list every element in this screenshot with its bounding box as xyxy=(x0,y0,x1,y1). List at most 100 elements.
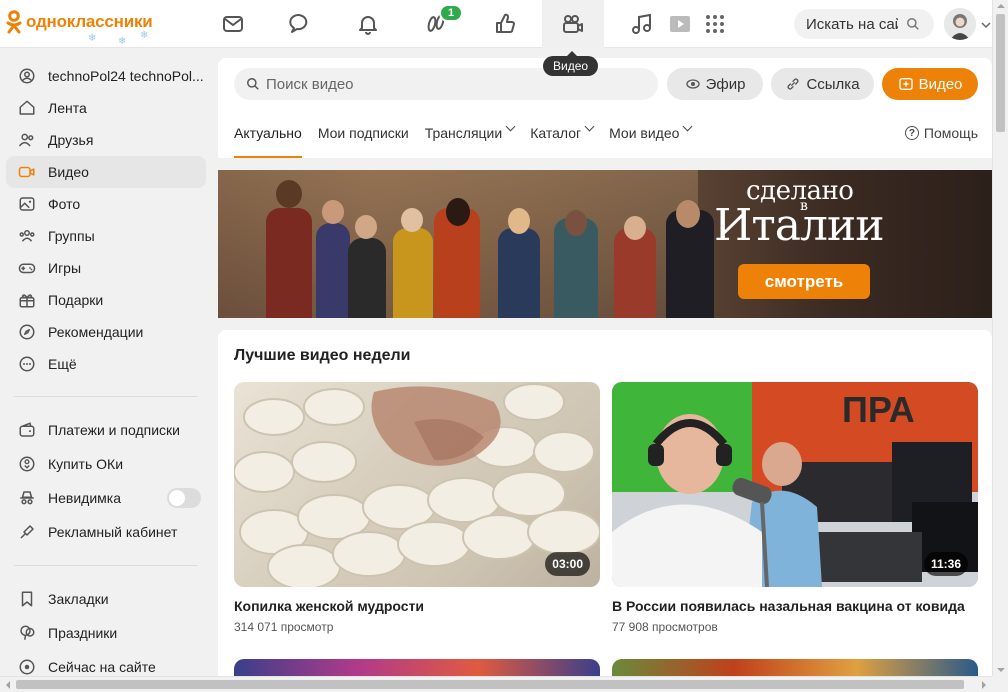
nav-apps[interactable] xyxy=(690,0,740,48)
apps-grid-icon xyxy=(706,15,724,33)
scroll-left-arrow-icon[interactable] xyxy=(2,677,14,692)
tab-my-videos[interactable]: Мои видео xyxy=(609,116,693,158)
sidebar-item-friends[interactable]: Друзья xyxy=(6,124,206,156)
nav-events[interactable] xyxy=(474,0,536,48)
sidebar-item-invisible[interactable]: Невидимка xyxy=(6,481,206,515)
question-icon: ? xyxy=(904,126,919,140)
sidebar-item-label: Фото xyxy=(48,196,81,212)
nav-discussions[interactable] xyxy=(269,0,331,48)
promo-banner[interactable]: сделано в Италии смотреть xyxy=(218,170,992,318)
bell-icon xyxy=(359,16,377,35)
sidebar-item-more[interactable]: Ещё xyxy=(6,348,206,380)
video-title[interactable]: В России появилась назальная вакцина от … xyxy=(612,598,978,614)
megaphone-icon xyxy=(18,523,36,541)
tab-catalog[interactable]: Каталог xyxy=(530,116,595,158)
video-thumbnail[interactable]: ПРА 11:36 xyxy=(612,382,978,587)
vertical-scrollbar[interactable] xyxy=(992,0,1008,676)
nav-video[interactable] xyxy=(542,0,604,48)
video-views: 314 071 просмотр xyxy=(234,620,334,634)
gift-icon xyxy=(18,291,36,309)
incognito-icon xyxy=(18,489,36,507)
tab-label: Каталог xyxy=(530,125,582,141)
nav-guests[interactable]: 1 xyxy=(405,0,467,48)
video-camera-icon xyxy=(563,15,583,33)
add-video-icon xyxy=(898,78,913,90)
invisible-toggle[interactable] xyxy=(167,488,201,508)
sidebar-item-groups[interactable]: Группы xyxy=(6,220,206,252)
user-avatar[interactable] xyxy=(944,8,976,40)
sidebar-item-label: Сейчас на сайте xyxy=(48,659,156,675)
video-header-panel: Поиск видео Эфир Ссылка Видео Актуально … xyxy=(218,58,992,158)
ok-logo[interactable]: одноклассники xyxy=(6,10,153,34)
groups-icon xyxy=(18,227,36,245)
photo-icon xyxy=(18,195,36,213)
guests-badge: 1 xyxy=(439,4,464,22)
nav-messages[interactable] xyxy=(202,0,264,48)
video-card[interactable]: ПРА 11:36 В России появилась назальная в… xyxy=(612,382,978,634)
vertical-scroll-thumb[interactable] xyxy=(996,14,1005,132)
sidebar-item-buy-oki[interactable]: Купить ОКи xyxy=(6,447,206,481)
video-title[interactable]: Копилка женской мудрости xyxy=(234,598,600,614)
tab-broadcasts[interactable]: Трансляции xyxy=(424,116,516,158)
top-bar: одноклассники ❄ ❄ ❄ 1 Искать на сайте xyxy=(0,0,992,48)
live-camera-icon xyxy=(685,79,700,89)
profile-icon xyxy=(18,67,36,85)
sidebar-item-recommendations[interactable]: Рекомендации xyxy=(6,316,206,348)
video-icon xyxy=(18,163,36,181)
mail-icon xyxy=(223,16,243,32)
horizontal-scrollbar[interactable] xyxy=(0,676,992,692)
live-button[interactable]: Эфир xyxy=(667,68,763,100)
upload-video-label: Видео xyxy=(918,75,963,93)
link-button[interactable]: Ссылка xyxy=(771,68,874,100)
bookmark-icon xyxy=(18,590,36,608)
video-duration: 03:00 xyxy=(545,552,590,576)
sidebar-item-video[interactable]: Видео xyxy=(6,156,206,188)
site-search-input[interactable]: Искать на сайте xyxy=(794,9,934,39)
scroll-right-arrow-icon[interactable] xyxy=(978,677,990,692)
sidebar-item-ads-cabinet[interactable]: Рекламный кабинет xyxy=(6,515,206,549)
sidebar-item-photo[interactable]: Фото xyxy=(6,188,206,220)
sidebar-item-label: Группы xyxy=(48,228,95,244)
like-icon xyxy=(496,13,515,34)
snowflake-icon: ❄ xyxy=(118,36,127,47)
play-icon xyxy=(670,16,690,32)
horizontal-scroll-thumb[interactable] xyxy=(16,680,964,689)
link-icon xyxy=(787,78,799,90)
balloon-icon xyxy=(18,624,36,642)
chat-icon xyxy=(289,14,308,33)
tab-subscriptions[interactable]: Мои подписки xyxy=(318,116,409,158)
banner-watch-button[interactable]: смотреть xyxy=(738,264,870,299)
sidebar-item-label: technoPol24 technoPol... xyxy=(48,68,204,84)
left-sidebar: technoPol24 technoPol... Лента Друзья Ви… xyxy=(0,60,214,684)
video-thumbnail[interactable]: 03:00 xyxy=(234,382,600,587)
chevron-down-icon[interactable] xyxy=(981,20,991,30)
chevron-down-icon xyxy=(505,121,516,132)
tab-label: Трансляции xyxy=(424,125,503,141)
nav-notifications[interactable] xyxy=(337,0,399,48)
upload-video-button[interactable]: Видео xyxy=(882,68,978,100)
sidebar-divider xyxy=(14,565,198,566)
video-duration: 11:36 xyxy=(923,552,968,576)
video-card[interactable]: 03:00 Копилка женской мудрости 314 071 п… xyxy=(234,382,600,634)
site-search-placeholder: Искать на сайте xyxy=(806,15,898,33)
sidebar-item-feed[interactable]: Лента xyxy=(6,92,206,124)
sidebar-item-label: Лента xyxy=(48,100,87,116)
sidebar-item-profile[interactable]: technoPol24 technoPol... xyxy=(6,60,206,92)
help-link[interactable]: ? Помощь xyxy=(904,125,978,141)
nav-tooltip: Видео xyxy=(543,51,599,76)
online-icon xyxy=(18,658,36,676)
sidebar-item-bookmarks[interactable]: Закладки xyxy=(6,582,206,616)
sidebar-item-payments[interactable]: Платежи и подписки xyxy=(6,413,206,447)
sidebar-item-gifts[interactable]: Подарки xyxy=(6,284,206,316)
sidebar-item-label: Закладки xyxy=(48,591,109,607)
scroll-up-arrow-icon[interactable] xyxy=(993,0,1008,12)
chevron-down-icon xyxy=(682,121,693,132)
compass-icon xyxy=(18,323,36,341)
sidebar-item-holidays[interactable]: Праздники xyxy=(6,616,206,650)
svg-text:ПРА: ПРА xyxy=(842,389,915,430)
sidebar-item-games[interactable]: Игры xyxy=(6,252,206,284)
chevron-down-icon xyxy=(584,121,595,132)
sidebar-divider xyxy=(14,396,198,397)
scroll-down-arrow-icon[interactable] xyxy=(993,664,1008,676)
tab-actual[interactable]: Актуально xyxy=(234,116,302,158)
